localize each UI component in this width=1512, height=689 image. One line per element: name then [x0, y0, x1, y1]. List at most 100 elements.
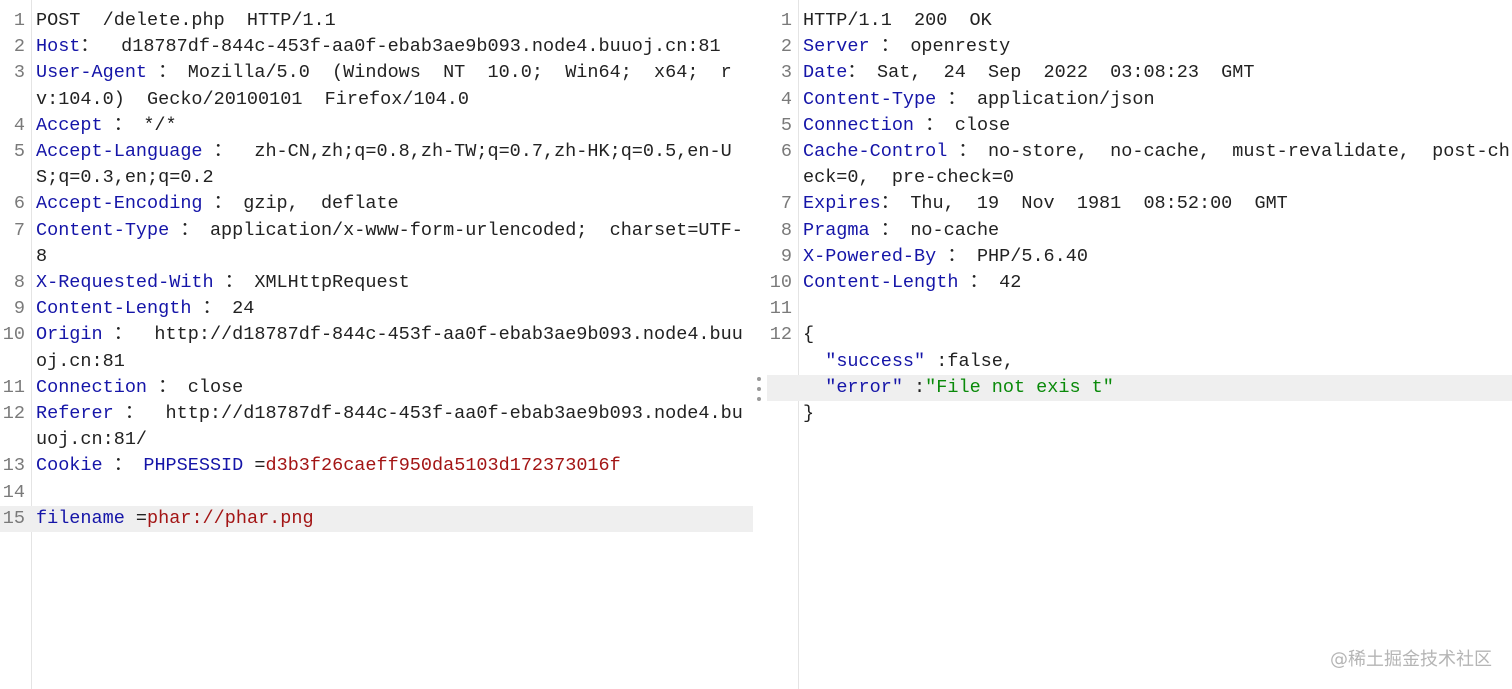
line-content: Content-Length ： 42 [767, 270, 1512, 296]
line-content: Connection ： close [767, 113, 1512, 139]
field-value: { [803, 324, 815, 346]
line-content: Origin ： http://d18787df-844c-453f-aa0f-… [0, 322, 753, 374]
line-number: 1 [780, 10, 792, 31]
response-line[interactable]: 4 Content-Type ： application/json [767, 87, 1512, 113]
line-content: Accept ： */* [0, 113, 753, 139]
field-name: Connection [803, 114, 915, 136]
field-name: Accept [36, 114, 103, 136]
line-content: Accept-Language ： zh-CN,zh;q=0.8,zh-TW;q… [0, 139, 753, 191]
request-line[interactable]: 15 filename =phar://phar.png [0, 505, 753, 533]
response-line[interactable]: } [767, 401, 1512, 427]
request-line[interactable]: 5 Accept-Language ： zh-CN,zh;q=0.8,zh-TW;… [0, 139, 753, 191]
field-value [803, 351, 825, 372]
handle-dot [757, 377, 761, 381]
line-content: Cookie ： PHPSESSID =d3b3f26caeff950da510… [0, 453, 753, 479]
line-number: 9 [780, 245, 792, 267]
field-name: "success" [825, 350, 926, 372]
line-content: Server ： openresty [767, 34, 1512, 60]
request-editor[interactable]: 1 POST /delete.php HTTP/1.1 2 Host： d18787d… [0, 8, 753, 533]
response-line[interactable]: 8 Pragma ： no-cache [767, 218, 1512, 244]
field-value: ： */* [102, 114, 177, 136]
response-line[interactable]: 6 Cache-Control ： no-store, no-cache, mus… [767, 139, 1512, 191]
field-name: Referer [36, 403, 114, 425]
field-value: POST /delete.php HTTP/1.1 [36, 10, 336, 31]
field-name: Server [803, 36, 870, 58]
field-name: Pragma [803, 219, 870, 241]
field-value: ： no-cache [869, 219, 1000, 241]
field-value: phar://phar.png [147, 507, 314, 529]
response-line[interactable]: 3 Date： Sat, 24 Sep 2022 03:08:23 GMT [767, 60, 1512, 86]
line-number: 13 [2, 455, 25, 477]
line-content: filename =phar://phar.png [0, 505, 753, 533]
request-line[interactable]: 13 Cookie ： PHPSESSID =d3b3f26caeff950da5… [0, 453, 753, 479]
request-line[interactable]: 6 Accept-Encoding ： gzip, deflate [0, 191, 753, 217]
line-number: 8 [780, 219, 792, 241]
field-name: Date [803, 62, 848, 84]
line-number: 10 [2, 324, 25, 346]
response-line[interactable]: 7 Expires： Thu, 19 Nov 1981 08:52:00 GMT [767, 191, 1512, 217]
line-content [0, 480, 753, 506]
line-number: 12 [769, 324, 792, 346]
request-line[interactable]: 14 [0, 480, 753, 506]
field-value: ： http://d18787df-844c-453f-aa0f-ebab3ae… [36, 403, 743, 451]
field-name: User-Agent [36, 62, 148, 84]
line-content [767, 296, 1512, 322]
request-line[interactable]: 2 Host： d18787df-844c-453f-aa0f-ebab3ae9b… [0, 34, 753, 60]
request-line[interactable]: 9 Content-Length ： 24 [0, 296, 753, 322]
response-line[interactable]: "success" :false, [767, 349, 1512, 375]
request-line[interactable]: 7 Content-Type ： application/x-www-form-u… [0, 218, 753, 270]
field-name: Content-Length [803, 272, 959, 294]
field-name: Host [36, 36, 81, 58]
watermark: @稀土掘金技术社区 [1330, 649, 1492, 670]
response-line[interactable]: 5 Connection ： close [767, 113, 1512, 139]
response-line[interactable]: 12 { [767, 322, 1512, 348]
pane-resize-handle[interactable] [756, 377, 762, 401]
line-content: X-Powered-By ： PHP/5.6.40 [767, 244, 1512, 270]
field-value: HTTP/1.1 200 OK [803, 10, 992, 31]
line-number: 10 [769, 272, 792, 294]
field-value: ： 42 [958, 272, 1022, 294]
handle-dot [757, 387, 761, 391]
line-content: Referer ： http://d18787df-844c-453f-aa0f… [0, 401, 753, 453]
request-line[interactable]: 8 X-Requested-With ： XMLHttpRequest [0, 270, 753, 296]
response-line[interactable]: 9 X-Powered-By ： PHP/5.6.40 [767, 244, 1512, 270]
request-pane[interactable]: 1 POST /delete.php HTTP/1.1 2 Host： d18787d… [0, 0, 753, 689]
field-value: d3b3f26caeff950da5103d172373016f [265, 455, 621, 477]
field-name: Accept-Language [36, 141, 203, 163]
field-name: X-Powered-By [803, 245, 937, 267]
request-line[interactable]: 4 Accept ： */* [0, 113, 753, 139]
line-content: User-Agent ： Mozilla/5.0 (Windows NT 10.… [0, 60, 753, 112]
field-name: "error" [825, 376, 903, 398]
response-line[interactable]: 10 Content-Length ： 42 [767, 270, 1512, 296]
field-name: Connection [36, 376, 148, 398]
field-name: filename [36, 507, 125, 529]
request-line[interactable]: 11 Connection ： close [0, 375, 753, 401]
request-line[interactable]: 3 User-Agent ： Mozilla/5.0 (Windows NT 10… [0, 60, 753, 112]
field-name: PHPSESSID [143, 455, 244, 477]
field-value: ： close [147, 376, 244, 398]
response-pane[interactable]: 1 HTTP/1.1 200 OK 2 Server ： openresty 3 Date… [767, 0, 1512, 689]
request-line[interactable]: 10 Origin ： http://d18787df-844c-453f-aa0… [0, 322, 753, 374]
response-line[interactable]: 1 HTTP/1.1 200 OK [767, 8, 1512, 34]
line-content: POST /delete.php HTTP/1.1 [0, 8, 753, 34]
response-editor[interactable]: 1 HTTP/1.1 200 OK 2 Server ： openresty 3 Date… [767, 8, 1512, 427]
line-number: 6 [780, 141, 792, 163]
line-content: Content-Type ： application/x-www-form-ur… [0, 218, 753, 270]
response-line[interactable]: 2 Server ： openresty [767, 34, 1512, 60]
line-number: 3 [780, 62, 792, 84]
line-content: { [767, 322, 1512, 348]
line-content: Accept-Encoding ： gzip, deflate [0, 191, 753, 217]
field-value: = [243, 455, 266, 477]
request-line[interactable]: 1 POST /delete.php HTTP/1.1 [0, 8, 753, 34]
response-line[interactable]: "error" :"File not exis t" [767, 374, 1512, 402]
field-value [803, 377, 825, 398]
field-name: Content-Type [36, 219, 170, 241]
line-number: 9 [13, 298, 25, 320]
line-number: 2 [13, 36, 25, 58]
field-value: ： Sat, 24 Sep 2022 03:08:23 GMT [847, 62, 1255, 84]
response-line[interactable]: 11 [767, 296, 1512, 322]
line-number: 15 [2, 507, 25, 529]
request-line[interactable]: 12 Referer ： http://d18787df-844c-453f-aa… [0, 401, 753, 453]
field-value: ： d18787df-844c-453f-aa0f-ebab3ae9b093.n… [80, 36, 721, 58]
line-number: 6 [13, 193, 25, 215]
